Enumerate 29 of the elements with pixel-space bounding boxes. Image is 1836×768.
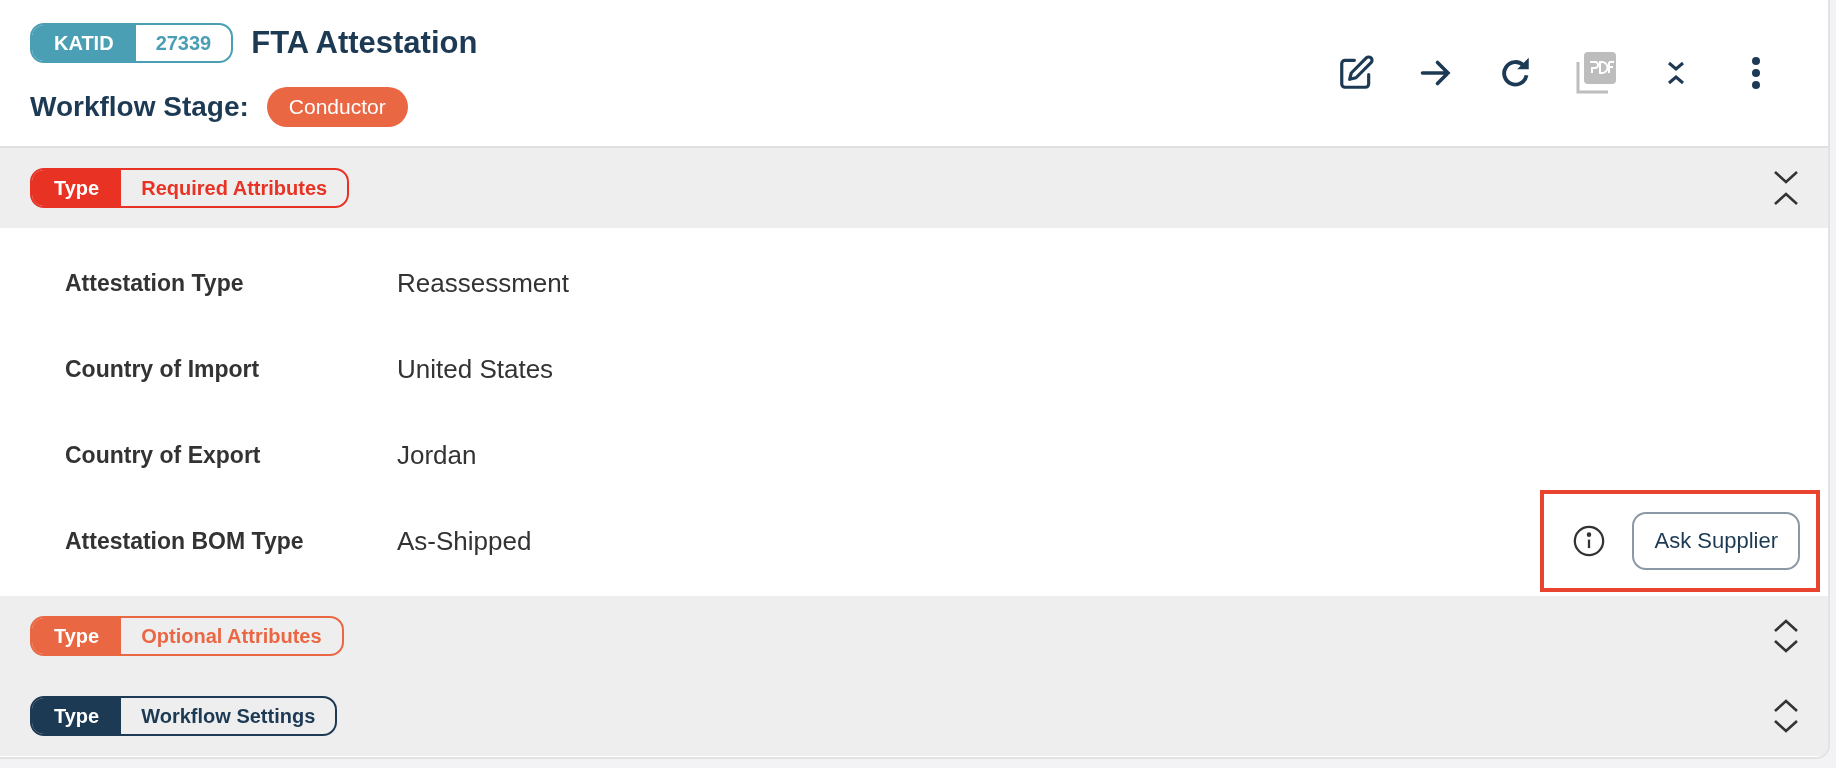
field-label: Country of Import (65, 355, 261, 383)
edit-icon (1337, 54, 1375, 92)
field-value: Jordan (397, 439, 478, 471)
id-badge-label: KATID (32, 25, 136, 61)
section-badge-name: Workflow Settings (140, 703, 317, 729)
pdf-icon (1576, 52, 1616, 94)
field-label: Attestation BOM Type (65, 527, 305, 555)
info-icon[interactable] (1572, 524, 1607, 558)
record-title: FTA Attestation (251, 25, 478, 61)
section-badge-name: Optional Attributes (140, 623, 323, 649)
workflow-stage-badge: Conductor (266, 87, 408, 127)
field-label: Attestation Type (65, 269, 245, 297)
expand-icon (1772, 617, 1800, 655)
section-header[interactable]: Type Required Attributes (0, 148, 1828, 228)
field-value: As-Shipped (397, 525, 533, 557)
collapse-icon (1772, 169, 1800, 207)
more-icon (1751, 56, 1761, 90)
section-badge-tag: Type (32, 698, 122, 734)
section-header[interactable]: Type Workflow Settings (0, 676, 1828, 756)
section-badge-tag: Type (32, 170, 122, 206)
expand-icon (1772, 697, 1800, 735)
workflow-stage-label: Workflow Stage: (30, 91, 249, 123)
section-badge-tag: Type (32, 618, 122, 654)
field-label: Country of Export (65, 441, 262, 469)
section-badge-name: Required Attributes (140, 175, 329, 201)
id-badge-value: 27339 (154, 30, 213, 56)
ask-supplier-button[interactable]: Ask Supplier (1632, 512, 1800, 570)
field-value: United States (397, 353, 555, 385)
field-value: Reassessment (397, 267, 570, 299)
